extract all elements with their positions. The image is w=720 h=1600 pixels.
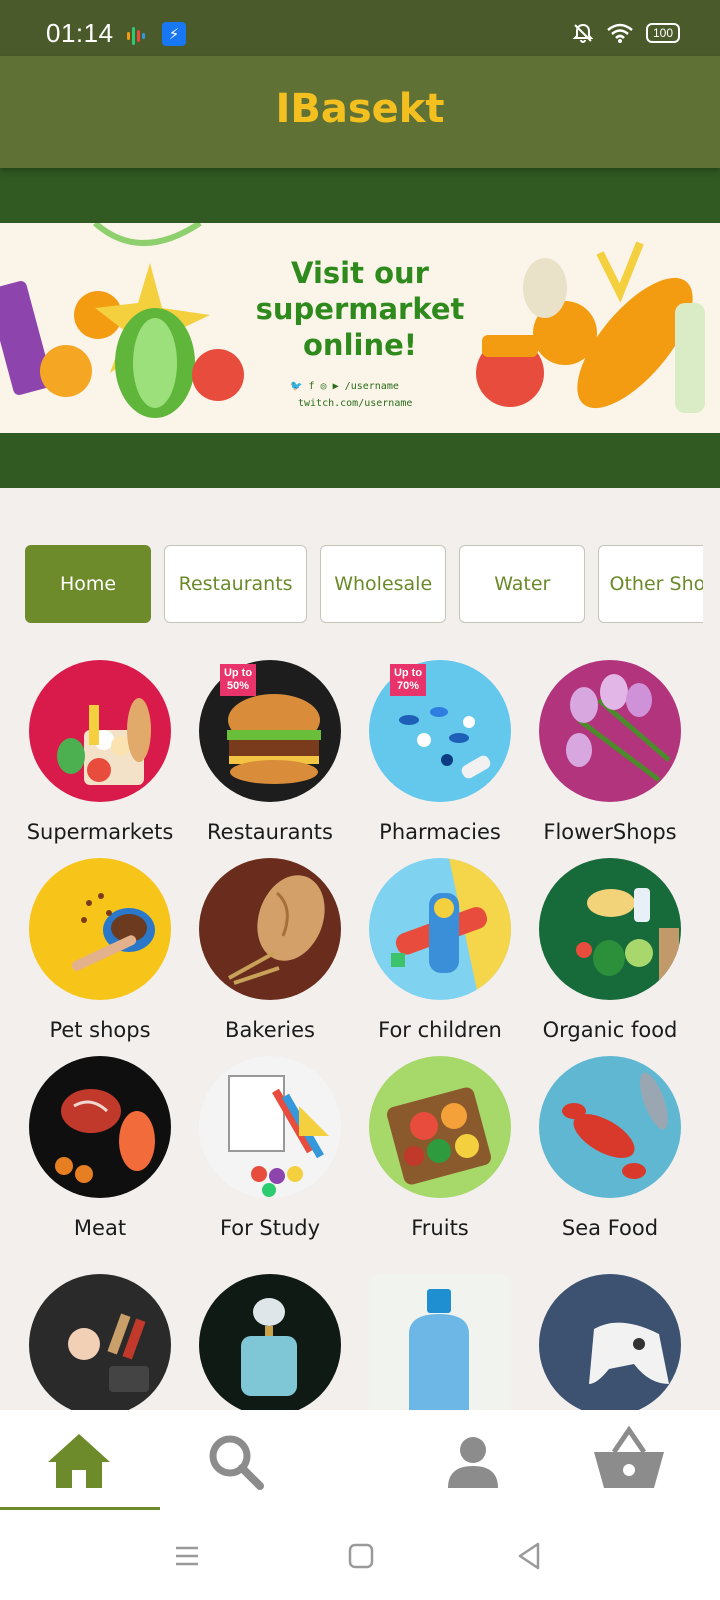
tab-restaurants[interactable]: Restaurants bbox=[164, 545, 308, 623]
twitter-icon: 🐦 bbox=[290, 381, 303, 392]
nav-basket[interactable] bbox=[560, 1410, 720, 1510]
tab-water[interactable]: Water bbox=[459, 545, 586, 623]
category-tabs[interactable]: Home Restaurants Wholesale Water Other S… bbox=[25, 545, 703, 625]
home-icon bbox=[48, 1434, 110, 1488]
banner-headline: Visit our supermarket online! bbox=[225, 255, 495, 363]
household-image bbox=[369, 1274, 511, 1410]
usb-icon: ⚡ bbox=[162, 22, 186, 46]
category-meat[interactable]: Meat bbox=[0, 1056, 174, 1266]
groceries-illustration-right bbox=[476, 241, 705, 413]
banner-headline-line3: online! bbox=[303, 328, 417, 362]
cosmetics-image bbox=[29, 1274, 171, 1410]
youtube-icon: ▶ bbox=[332, 381, 339, 392]
home-square-icon[interactable] bbox=[348, 1543, 374, 1569]
pet-bowl-icon bbox=[71, 893, 155, 971]
app-header: IBasekt bbox=[0, 56, 720, 168]
for-children-image bbox=[369, 858, 511, 1000]
banner-headline-line1: Visit our bbox=[291, 256, 429, 290]
grocery-bag-icon bbox=[57, 698, 151, 785]
discount-badge: Up to 50% bbox=[220, 664, 256, 696]
basket-icon bbox=[594, 1426, 664, 1488]
tab-home[interactable]: Home bbox=[25, 545, 151, 623]
organic-food-image bbox=[539, 858, 681, 1000]
category-grid: Supermarkets Up to 50% Restaurants Up to… bbox=[0, 660, 720, 1410]
lobster-icon bbox=[562, 1072, 668, 1179]
discount-badge: Up to 70% bbox=[390, 664, 426, 696]
category-label: Organic food bbox=[542, 1018, 678, 1042]
bread-icon bbox=[228, 875, 325, 985]
fruit-basket-icon bbox=[386, 1087, 492, 1185]
battery-icon: 100 bbox=[646, 23, 680, 43]
banner-headline-line2: supermarket bbox=[255, 292, 465, 326]
tab-wholesale[interactable]: Wholesale bbox=[320, 545, 447, 623]
dots-icon bbox=[127, 27, 145, 45]
banner-url: twitch.com/username bbox=[298, 398, 413, 409]
category-label: Sea Food bbox=[561, 1216, 659, 1240]
category-pet-shops[interactable]: Pet shops bbox=[0, 858, 174, 1068]
status-time: 01:14 bbox=[46, 18, 114, 48]
category-label: FlowerShops bbox=[543, 820, 677, 844]
bottom-navigation bbox=[0, 1410, 720, 1512]
tab-other-shops[interactable]: Other Shops bbox=[598, 545, 703, 623]
category-household[interactable] bbox=[340, 1274, 514, 1410]
app-title: IBasekt bbox=[275, 86, 445, 132]
category-for-children[interactable]: For children bbox=[340, 858, 514, 1068]
category-bakeries[interactable]: Bakeries bbox=[170, 858, 344, 1068]
category-supermarkets[interactable]: Supermarkets bbox=[0, 660, 174, 870]
for-study-image bbox=[199, 1056, 341, 1198]
toy-plane-icon bbox=[391, 858, 511, 1000]
category-organic-food[interactable]: Organic food bbox=[510, 858, 684, 1068]
category-restaurants[interactable]: Up to 50% Restaurants bbox=[170, 660, 344, 870]
category-pharmacies[interactable]: Up to 70% Pharmacies bbox=[340, 660, 514, 870]
organic-groceries-icon bbox=[576, 888, 679, 988]
makeup-icon bbox=[68, 1313, 149, 1392]
system-navigation-bar bbox=[0, 1510, 720, 1600]
nav-home[interactable] bbox=[0, 1410, 160, 1512]
category-for-study[interactable]: For Study bbox=[170, 1056, 344, 1266]
facebook-icon: f bbox=[308, 381, 315, 392]
meat-image bbox=[29, 1056, 171, 1198]
promo-banner[interactable]: Visit our supermarket online! 🐦 f ◎ ▶ /u… bbox=[0, 223, 720, 433]
category-perfume[interactable] bbox=[170, 1274, 344, 1410]
nav-search[interactable] bbox=[160, 1410, 320, 1510]
fruits-image bbox=[369, 1056, 511, 1198]
banner-social-row: 🐦 f ◎ ▶ /username bbox=[290, 381, 399, 392]
tulips-icon bbox=[566, 674, 671, 782]
pet-shops-image bbox=[29, 858, 171, 1000]
bell-off-icon bbox=[572, 23, 594, 43]
instagram-icon: ◎ bbox=[320, 381, 327, 392]
category-electronics[interactable] bbox=[510, 1274, 684, 1410]
category-flowershops[interactable]: FlowerShops bbox=[510, 660, 684, 870]
perfume-image bbox=[199, 1274, 341, 1410]
menu-icon[interactable] bbox=[174, 1544, 200, 1568]
search-icon bbox=[209, 1435, 264, 1490]
electronics-image bbox=[539, 1274, 681, 1410]
wifi-icon bbox=[607, 23, 633, 43]
category-cosmetics[interactable] bbox=[0, 1274, 174, 1410]
profile-icon bbox=[448, 1437, 498, 1488]
steak-icon bbox=[55, 1089, 155, 1183]
status-bar: 01:14 ⚡ 100 bbox=[0, 0, 720, 56]
detergent-bottle-icon bbox=[409, 1289, 469, 1410]
category-fruits[interactable]: Fruits bbox=[340, 1056, 514, 1266]
social-handle: /username bbox=[344, 381, 399, 392]
groceries-illustration-left bbox=[0, 223, 244, 418]
sea-food-image bbox=[539, 1056, 681, 1198]
supermarkets-image bbox=[29, 660, 171, 802]
category-sea-food[interactable]: Sea Food bbox=[510, 1056, 684, 1266]
nav-profile[interactable] bbox=[400, 1410, 560, 1510]
game-controller-icon bbox=[589, 1322, 669, 1384]
back-icon[interactable] bbox=[516, 1542, 542, 1570]
flowershops-image bbox=[539, 660, 681, 802]
perfume-icon bbox=[241, 1298, 297, 1396]
stationery-icon bbox=[228, 1075, 329, 1197]
bakeries-image bbox=[199, 858, 341, 1000]
